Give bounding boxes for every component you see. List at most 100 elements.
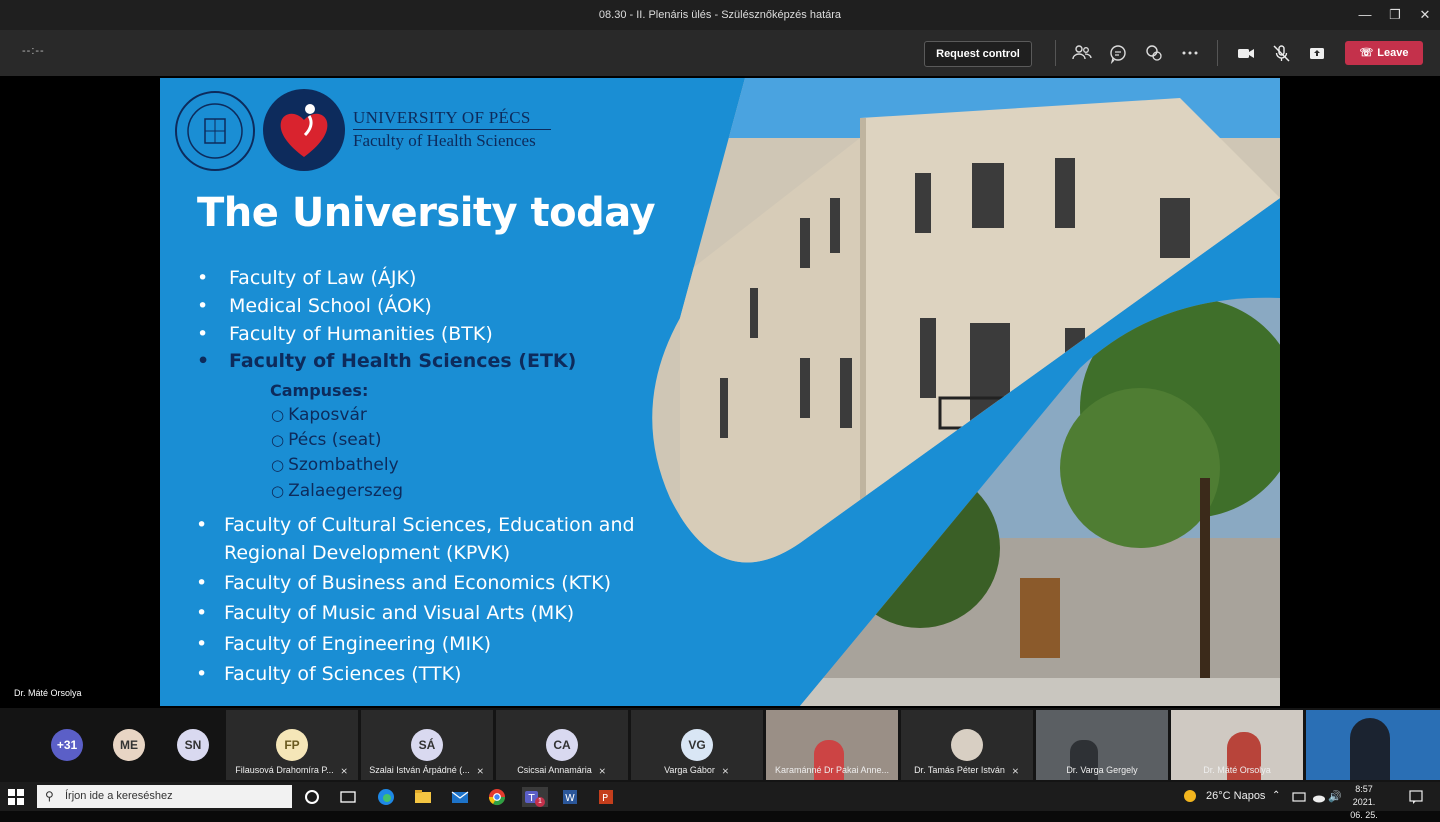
taskbar-clock[interactable]: 8:57 2021. 06. 25. bbox=[1346, 783, 1382, 822]
bullet-text: Faculty of Sciences (TTK) bbox=[224, 663, 462, 685]
bullet-medical-school: • Medical School (ÁOK) bbox=[197, 295, 432, 317]
participant-tile[interactable]: SÁ Szalai István Árpádné (... ⨯ bbox=[361, 710, 493, 780]
window-title: 08.30 - II. Plenáris ülés - Szülésznőkép… bbox=[598, 9, 842, 21]
svg-text:W: W bbox=[565, 793, 575, 804]
more-icon[interactable] bbox=[1178, 41, 1202, 65]
mic-off-icon: ⨯ bbox=[721, 766, 730, 775]
bullet-dot: • bbox=[197, 350, 210, 372]
circle-bullet-icon: ○ bbox=[271, 406, 285, 424]
mic-off-icon: ⨯ bbox=[598, 766, 607, 775]
campus-item: ○ Kaposvár bbox=[271, 405, 367, 425]
more-participants-button[interactable]: +31 bbox=[51, 729, 83, 761]
clock-date: 2021. 06. 25. bbox=[1350, 797, 1378, 820]
bullet-faculty-cultural-sciences: • Faculty of Cultural Sciences, Education… bbox=[196, 514, 635, 536]
participant-video-tile[interactable]: Dr. Máté Orsolya bbox=[1171, 710, 1303, 780]
campuses-label: Campuses: bbox=[270, 381, 369, 400]
bullet-dot: • bbox=[196, 572, 208, 594]
toolbar-divider bbox=[1055, 40, 1056, 66]
participant-avatar: FP bbox=[276, 729, 308, 761]
mail-icon[interactable] bbox=[450, 787, 470, 807]
participant-avatar[interactable]: ME bbox=[113, 729, 145, 761]
campus-item: ○ Pécs (seat) bbox=[271, 430, 381, 450]
campus-item: ○ Zalaegerszeg bbox=[271, 481, 403, 501]
chat-icon[interactable] bbox=[1106, 41, 1130, 65]
cortana-icon[interactable] bbox=[302, 787, 322, 807]
task-view-icon[interactable] bbox=[338, 787, 358, 807]
campus-name: Zalaegerszeg bbox=[288, 481, 404, 501]
participant-name: Szalai István Árpádné (... ⨯ bbox=[369, 764, 485, 775]
mic-off-icon: ⨯ bbox=[1011, 766, 1020, 775]
search-icon: ⚲ bbox=[45, 789, 54, 803]
participant-name: Karamánné Dr Pakai Anne... bbox=[774, 765, 890, 775]
bullet-dot: • bbox=[196, 663, 208, 685]
bullet-dot: • bbox=[196, 602, 208, 624]
participant-tile[interactable]: VG Varga Gábor ⨯ bbox=[631, 710, 763, 780]
bullet-text: Faculty of Law (ÁJK) bbox=[229, 267, 417, 289]
campus-name: Szombathely bbox=[288, 455, 399, 475]
meeting-toolbar: --:-- Request control ☏ Leave bbox=[0, 30, 1440, 76]
logo-text-university: UNIVERSITY OF PÉCS bbox=[353, 108, 531, 127]
participant-video-tile[interactable]: Dr. Varga Gergely bbox=[1036, 710, 1168, 780]
bullet-text: Regional Development (KPVK) bbox=[224, 542, 511, 564]
edge-icon[interactable] bbox=[376, 787, 396, 807]
circle-bullet-icon: ○ bbox=[271, 482, 285, 500]
participant-tile[interactable]: CA Csicsai Annamária ⨯ bbox=[496, 710, 628, 780]
participant-avatar bbox=[951, 729, 983, 761]
logo-rule bbox=[353, 129, 551, 130]
svg-text:P: P bbox=[602, 793, 608, 804]
cloud-icon[interactable] bbox=[1312, 790, 1326, 804]
faculty-heart-logo bbox=[263, 89, 345, 171]
leave-label: Leave bbox=[1377, 47, 1409, 59]
bullet-faculty-music: • Faculty of Music and Visual Arts (MK) bbox=[196, 602, 575, 624]
windows-start-icon[interactable] bbox=[8, 789, 24, 805]
bullet-dot: • bbox=[196, 633, 208, 655]
minimize-icon[interactable]: — bbox=[1350, 0, 1380, 30]
bullet-faculty-humanities: • Faculty of Humanities (BTK) bbox=[197, 323, 493, 345]
window-titlebar: 08.30 - II. Plenáris ülés - Szülésznőkép… bbox=[0, 0, 1440, 30]
bullet-faculty-business: • Faculty of Business and Economics (KTK) bbox=[196, 572, 612, 594]
logo-wordmark: UNIVERSITY OF PÉCS Faculty of Health Sci… bbox=[353, 108, 551, 151]
sun-weather-icon[interactable] bbox=[1182, 788, 1198, 804]
taskbar-search-box[interactable]: ⚲ Írjon ide a kereséshez bbox=[37, 785, 292, 808]
share-icon[interactable] bbox=[1305, 41, 1329, 65]
campus-name: Pécs (seat) bbox=[288, 430, 382, 450]
participant-name: Dr. Varga Gergely bbox=[1066, 765, 1138, 775]
leave-button[interactable]: ☏ Leave bbox=[1345, 41, 1423, 65]
bullet-text: Faculty of Music and Visual Arts (MK) bbox=[224, 602, 575, 624]
university-seal-logo bbox=[174, 90, 256, 172]
participant-tile[interactable]: FP Filausová Drahomíra P... ⨯ bbox=[226, 710, 358, 780]
mic-off-icon[interactable] bbox=[1269, 41, 1293, 65]
bullet-faculty-law: • Faculty of Law (ÁJK) bbox=[197, 267, 417, 289]
circle-bullet-icon: ○ bbox=[271, 456, 285, 474]
camera-icon[interactable] bbox=[1234, 41, 1258, 65]
chevron-up-icon[interactable]: ⌃ bbox=[1272, 790, 1286, 804]
participant-name: Varga Gábor ⨯ bbox=[664, 764, 730, 775]
bullet-text: Faculty of Health Sciences (ETK) bbox=[229, 350, 577, 372]
network-icon[interactable] bbox=[1292, 790, 1306, 804]
powerpoint-icon[interactable]: P bbox=[596, 787, 616, 807]
close-icon[interactable]: ✕ bbox=[1410, 0, 1440, 30]
volume-icon[interactable]: 🔊 bbox=[1328, 790, 1342, 804]
file-explorer-icon[interactable] bbox=[413, 787, 433, 807]
notification-center-icon[interactable] bbox=[1408, 789, 1424, 805]
people-icon[interactable] bbox=[1070, 41, 1094, 65]
participant-tile[interactable]: Dr. Tamás Péter István ⨯ bbox=[901, 710, 1033, 780]
request-control-button[interactable]: Request control bbox=[924, 41, 1032, 67]
restore-icon[interactable]: ❐ bbox=[1380, 0, 1410, 30]
weather-text[interactable]: 26°C Napos bbox=[1206, 790, 1265, 802]
circle-bullet-icon: ○ bbox=[271, 431, 285, 449]
word-icon[interactable]: W bbox=[560, 787, 580, 807]
teams-icon[interactable]: T 1 bbox=[522, 787, 548, 807]
participant-video-figure bbox=[1350, 718, 1390, 780]
teams-notification-badge: 1 bbox=[535, 797, 545, 807]
bullet-text: Faculty of Business and Economics (KTK) bbox=[224, 572, 612, 594]
participant-video-tile[interactable] bbox=[1306, 710, 1440, 780]
chrome-icon[interactable] bbox=[487, 787, 507, 807]
reactions-icon[interactable] bbox=[1142, 41, 1166, 65]
participant-avatar[interactable]: SN bbox=[177, 729, 209, 761]
participant-video-tile[interactable]: Karamánné Dr Pakai Anne... bbox=[766, 710, 898, 780]
presenter-name-label: Dr. Máté Orsolya bbox=[14, 688, 82, 698]
bullet-faculty-sciences: • Faculty of Sciences (TTK) bbox=[196, 663, 462, 685]
bullet-faculty-health-sciences: • Faculty of Health Sciences (ETK) bbox=[197, 350, 577, 372]
participant-avatar: VG bbox=[681, 729, 713, 761]
